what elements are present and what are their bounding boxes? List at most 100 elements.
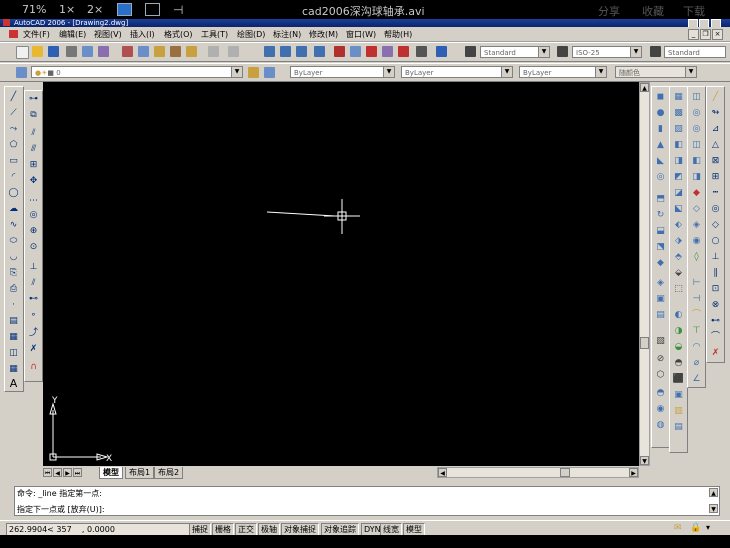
trim-icon[interactable]: ⊙: [27, 241, 40, 254]
download-button[interactable]: 下载: [683, 3, 705, 19]
menu-draw[interactable]: 绘图(D): [237, 29, 265, 40]
doc-restore-button[interactable]: ❐: [700, 29, 711, 40]
multiline-text-icon[interactable]: A: [7, 377, 20, 390]
menu-format[interactable]: 格式(O): [164, 29, 193, 40]
section-icon[interactable]: ⬔: [654, 241, 667, 254]
camera-icon[interactable]: ⬡: [654, 369, 667, 382]
layer-select[interactable]: ●☀■ 0 ▼: [31, 66, 243, 78]
copy-icon[interactable]: [138, 46, 149, 57]
table-icon[interactable]: ▦: [7, 363, 20, 376]
fit-window-icon[interactable]: [117, 3, 132, 16]
layer-manager-icon[interactable]: [16, 67, 27, 78]
snap-intersection-icon[interactable]: ⊠: [709, 155, 722, 168]
dim-radius-icon[interactable]: ◠: [690, 341, 703, 354]
match-properties-icon[interactable]: [170, 46, 181, 57]
extrude-icon[interactable]: ⬒: [654, 193, 667, 206]
command-window[interactable]: 命令: _line 指定第一点: 指定下一点或 [放弃(U)]: ▲ ▼: [14, 486, 720, 516]
construction-line-icon[interactable]: ⟋: [7, 107, 20, 120]
menu-edit[interactable]: 编辑(E): [59, 29, 86, 40]
sheet-set-icon[interactable]: [382, 46, 393, 57]
copy-object-icon[interactable]: ⧉: [27, 109, 40, 122]
menu-file[interactable]: 文件(F): [23, 29, 50, 40]
point-icon[interactable]: ·: [7, 299, 20, 312]
tool-palettes-icon[interactable]: [366, 46, 377, 57]
snap-perpendicular-icon[interactable]: ⊥: [709, 251, 722, 264]
design-center-icon[interactable]: [350, 46, 361, 57]
communication-center-icon[interactable]: ✉: [674, 523, 682, 533]
extend-icon[interactable]: ⊥: [27, 261, 40, 274]
delete-faces-icon[interactable]: ◪: [672, 187, 685, 200]
plot-icon[interactable]: [66, 46, 77, 57]
snap-extension-icon[interactable]: ┅: [709, 187, 722, 200]
move-faces-icon[interactable]: ◨: [672, 155, 685, 168]
subtract-icon[interactable]: ▩: [672, 107, 685, 120]
share-button[interactable]: 分享: [598, 3, 620, 19]
dim-style-select[interactable]: ISO-25 ▼: [572, 46, 642, 58]
front-view-icon[interactable]: ◧: [690, 155, 703, 168]
tab-model[interactable]: 模型: [99, 467, 123, 479]
calculator-icon[interactable]: [416, 46, 427, 57]
render-icon[interactable]: ◈: [654, 277, 667, 290]
maximize-button[interactable]: [699, 19, 709, 27]
drawing-canvas[interactable]: Y X: [43, 82, 639, 466]
speed-1x-button[interactable]: 1×: [59, 3, 75, 16]
osnap-settings-icon[interactable]: ✗: [709, 347, 722, 360]
snap-from-icon[interactable]: ↬: [709, 107, 722, 120]
paste-icon[interactable]: [154, 46, 165, 57]
menu-help[interactable]: 帮助(H): [384, 29, 412, 40]
undo-icon[interactable]: [208, 46, 219, 57]
nw-iso-icon[interactable]: ◉: [690, 235, 703, 248]
break-icon[interactable]: ⫽: [27, 277, 40, 290]
offset-faces-icon[interactable]: ◩: [672, 171, 685, 184]
join-icon[interactable]: ⊷: [27, 293, 40, 306]
text-style-icon[interactable]: [465, 46, 476, 57]
plot-style-select[interactable]: 随颜色 ▼: [615, 66, 697, 78]
snap-insert-icon[interactable]: ⊡: [709, 283, 722, 296]
scroll-up-button[interactable]: ▲: [640, 83, 649, 92]
left-view-icon[interactable]: ◎: [690, 123, 703, 136]
gradient-icon[interactable]: ▦: [7, 331, 20, 344]
make-current-icon[interactable]: [248, 67, 259, 78]
snap-midpoint-icon[interactable]: △: [709, 139, 722, 152]
shade-icon[interactable]: ▧: [654, 335, 667, 348]
fullscreen-icon[interactable]: [145, 3, 160, 16]
zoom-level[interactable]: 71%: [22, 3, 46, 16]
light-icon[interactable]: ▤: [654, 309, 667, 322]
dim-diameter-icon[interactable]: ⌀: [690, 357, 703, 370]
ellipse-icon[interactable]: ⬭: [7, 235, 20, 248]
dim-arc-icon[interactable]: ⌒: [690, 309, 703, 322]
zoom-realtime-icon[interactable]: [280, 46, 291, 57]
region-icon[interactable]: ◫: [7, 347, 20, 360]
union-icon[interactable]: ▦: [672, 91, 685, 104]
polyline-icon[interactable]: ⤳: [7, 123, 20, 136]
explode-icon[interactable]: ✗: [27, 343, 40, 356]
doc-close-button[interactable]: ×: [712, 29, 723, 40]
camera-view-icon[interactable]: ◊: [690, 251, 703, 264]
scene-icon[interactable]: ▣: [654, 293, 667, 306]
interfere-icon[interactable]: ◆: [654, 257, 667, 270]
layer-previous-icon[interactable]: [264, 67, 275, 78]
zoom-window-icon[interactable]: [296, 46, 307, 57]
tab-layout1[interactable]: 布局1: [125, 467, 155, 479]
plot-preview-icon[interactable]: [82, 46, 93, 57]
command-scroll-down-button[interactable]: ▼: [709, 504, 718, 513]
ne-iso-icon[interactable]: ◈: [690, 219, 703, 232]
separate-icon[interactable]: ◑: [672, 325, 685, 338]
menu-tools[interactable]: 工具(T): [201, 29, 228, 40]
chamfer-icon[interactable]: ∘: [27, 309, 40, 322]
zoom-previous-icon[interactable]: [314, 46, 325, 57]
scroll-left-button[interactable]: ◀: [438, 468, 447, 477]
drawing-area[interactable]: Y X: [43, 82, 639, 466]
command-scroll-up-button[interactable]: ▲: [709, 488, 718, 497]
save-icon[interactable]: [48, 46, 59, 57]
dim-style-icon[interactable]: [557, 46, 568, 57]
slice-icon[interactable]: ⬓: [654, 225, 667, 238]
scroll-right-button[interactable]: ▶: [629, 468, 638, 477]
tab-last-button[interactable]: ⏭: [73, 468, 82, 477]
make-block-icon[interactable]: ⎙: [7, 283, 20, 296]
shell-icon[interactable]: ◒: [672, 341, 685, 354]
table-style-select[interactable]: Standard: [664, 46, 726, 58]
array-icon[interactable]: ⊞: [27, 159, 40, 172]
imprint-icon[interactable]: ⬚: [672, 283, 685, 296]
new-icon[interactable]: [16, 46, 29, 59]
